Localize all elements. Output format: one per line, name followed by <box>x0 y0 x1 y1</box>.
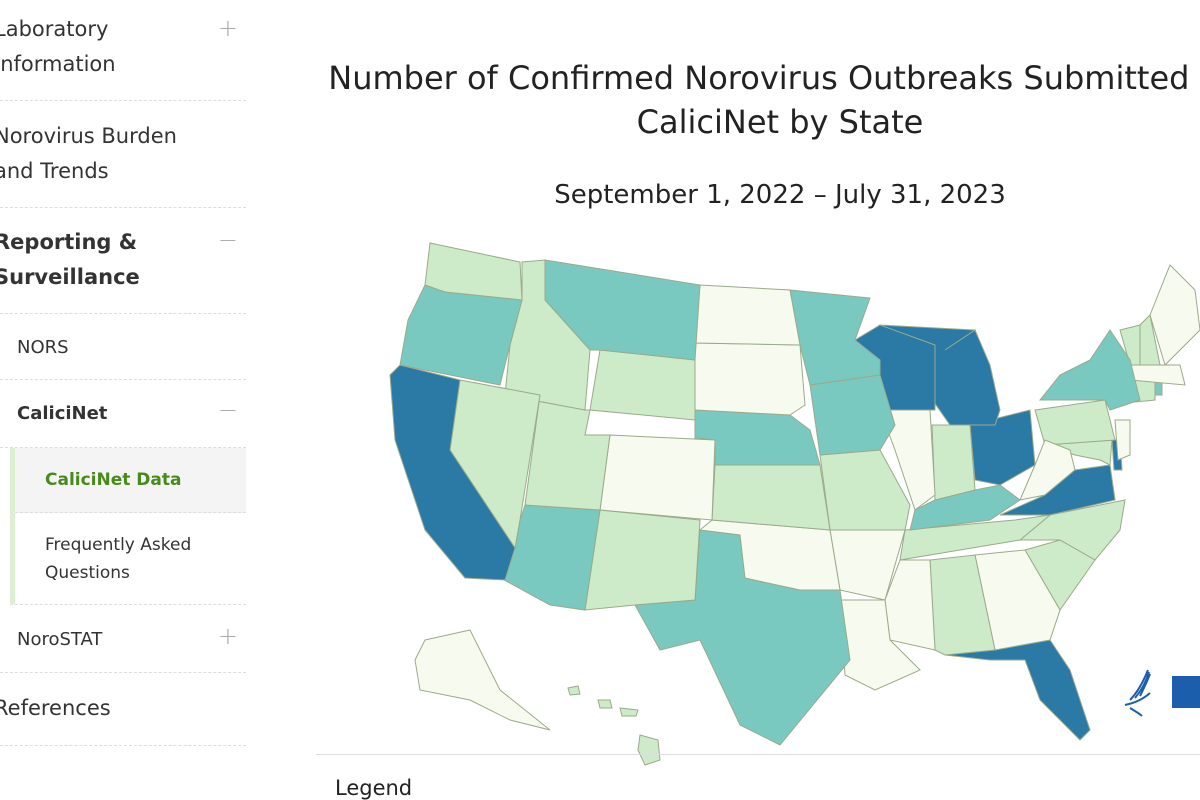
state-hi[interactable] <box>597 699 613 709</box>
divider <box>316 754 1200 755</box>
hhs-logo-icon <box>1124 669 1151 717</box>
state-pa[interactable] <box>1034 399 1116 446</box>
state-wy[interactable] <box>589 349 696 421</box>
state-nj[interactable] <box>1114 419 1131 461</box>
state-mo[interactable] <box>819 449 911 531</box>
state-ut[interactable] <box>524 394 611 511</box>
state-hi[interactable] <box>567 685 581 696</box>
state-ks[interactable] <box>711 464 831 531</box>
us-choropleth-map <box>389 242 1200 766</box>
state-hi[interactable] <box>619 707 639 717</box>
state-nm[interactable] <box>584 509 701 611</box>
state-hi[interactable] <box>637 734 661 766</box>
state-sd[interactable] <box>694 342 806 416</box>
legend-heading: Legend <box>335 776 413 800</box>
state-nd[interactable] <box>694 284 801 346</box>
state-in[interactable] <box>931 424 976 501</box>
state-fl[interactable] <box>944 639 1091 741</box>
cdc-logo-icon <box>1172 676 1200 708</box>
state-ia[interactable] <box>809 374 896 456</box>
state-co[interactable] <box>599 434 716 521</box>
state-ak[interactable] <box>414 629 551 731</box>
